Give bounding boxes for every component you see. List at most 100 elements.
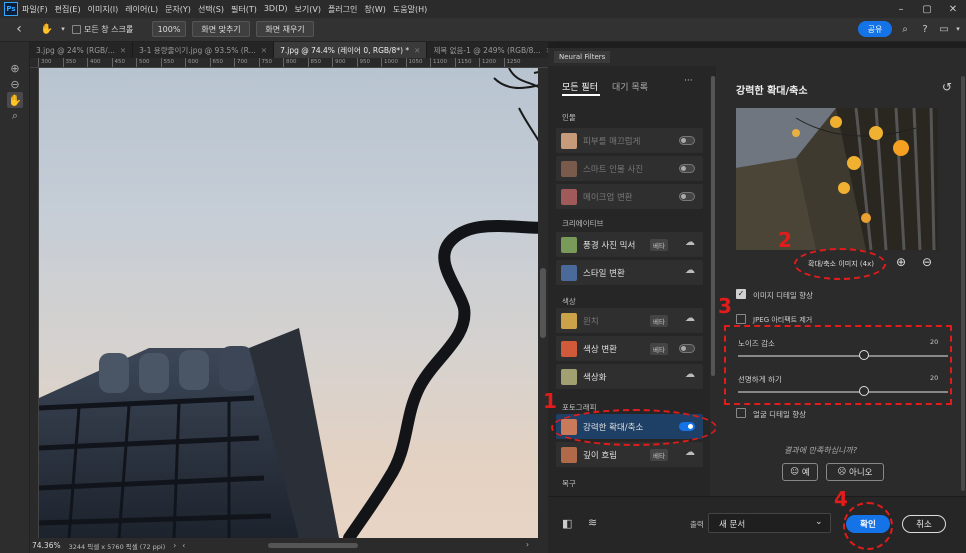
filter-item[interactable]: 메이크업 변환: [556, 184, 703, 209]
zoom-out-tool-icon[interactable]: ⊖: [7, 76, 23, 92]
feedback-yes-button[interactable]: ☺ 예: [782, 463, 818, 481]
tab-waitlist[interactable]: 대기 목록: [612, 80, 648, 93]
filter-toggle[interactable]: [679, 164, 695, 173]
filter-item[interactable]: 색상화 ☁: [556, 364, 703, 389]
reset-icon[interactable]: ↺: [942, 80, 952, 94]
tab-close-icon[interactable]: ✕: [414, 46, 420, 55]
zoom-in-icon[interactable]: ⊕: [896, 255, 906, 269]
status-arrow-icon[interactable]: ›: [173, 541, 176, 550]
menu-item[interactable]: 선택(S): [198, 4, 224, 15]
filter-item[interactable]: 색상 변환 베타: [556, 336, 703, 361]
zoom-in-tool-icon[interactable]: ⊕: [7, 60, 23, 76]
menu-item[interactable]: 필터(T): [231, 4, 257, 15]
document-tab[interactable]: 제목 없음-1 @ 249% (RGB/8...✕: [427, 42, 559, 58]
cancel-button[interactable]: 취소: [902, 515, 946, 533]
preview-image[interactable]: [736, 108, 938, 250]
filter-toggle[interactable]: [679, 136, 695, 145]
zoom-out-icon[interactable]: ⊖: [922, 255, 932, 269]
zoom-level[interactable]: 74.36%: [32, 541, 61, 550]
cloud-download-icon[interactable]: ☁: [685, 313, 695, 324]
beta-badge: 베타: [650, 239, 668, 251]
jpeg-artifact-checkbox[interactable]: [736, 314, 746, 324]
zoom-tool-icon[interactable]: ⌕: [7, 108, 23, 124]
filter-thumbnail: [561, 446, 577, 463]
close-icon[interactable]: ✕: [940, 0, 966, 18]
filter-thumbnail: [561, 160, 577, 177]
ruler-tick: 650: [209, 58, 223, 67]
help-icon[interactable]: ?: [918, 22, 932, 36]
menu-item[interactable]: 편집(E): [55, 4, 81, 15]
output-select[interactable]: 새 문서 ⌄: [708, 513, 831, 533]
panel-title: Neural Filters: [554, 51, 611, 63]
menu-item[interactable]: 3D(D): [264, 4, 288, 15]
face-detail-label: 얼굴 디테일 향상: [753, 410, 807, 419]
fill-screen-button[interactable]: 화면 채우기: [256, 21, 314, 37]
minimize-icon[interactable]: –: [888, 0, 914, 18]
filter-item[interactable]: 피부를 매끄럽게: [556, 128, 703, 153]
filter-item[interactable]: 스마트 인물 사진: [556, 156, 703, 181]
hand-tool-icon[interactable]: ✋: [7, 92, 23, 108]
document-tab[interactable]: 3-1 용량줄이기.jpg @ 93.5% (R... ✕: [133, 42, 275, 58]
vertical-scrollbar[interactable]: [538, 68, 548, 538]
filter-item[interactable]: 스타일 변환 ☁: [556, 260, 703, 285]
zoom-100-button[interactable]: 100%: [152, 21, 186, 37]
filter-section-title: 크리에이티브: [562, 219, 604, 228]
maximize-icon[interactable]: ▢: [914, 0, 940, 18]
tab-close-icon[interactable]: ✕: [120, 46, 126, 55]
document-tab[interactable]: 7.jpg @ 74.4% (레이어 0, RGB/8*) * ✕: [274, 42, 428, 58]
ruler-tick: 1250: [503, 58, 521, 67]
menu-item[interactable]: 레이어(L): [125, 4, 158, 15]
filter-section-title: 인물: [562, 113, 576, 122]
cloud-download-icon[interactable]: ☁: [685, 265, 695, 276]
ruler-tick: 800: [283, 58, 297, 67]
image-canvas[interactable]: [39, 68, 548, 538]
workspace-caret-icon[interactable]: ▾: [951, 22, 965, 36]
filter-label: 피부를 매끄럽게: [583, 136, 641, 147]
menu-item[interactable]: 창(W): [364, 4, 386, 15]
filter-item[interactable]: 윈치 베타 ☁: [556, 308, 703, 333]
menu-item[interactable]: 플러그인: [328, 4, 357, 15]
tab-all-filters[interactable]: 모든 필터: [562, 80, 598, 93]
menu-item[interactable]: 보기(V): [295, 4, 321, 15]
feedback-question: 결과에 만족하십니까?: [784, 446, 858, 455]
compare-icon[interactable]: ◧: [562, 517, 572, 530]
ruler-tick: 600: [185, 58, 199, 67]
cloud-download-icon[interactable]: ☁: [685, 447, 695, 458]
filter-item[interactable]: 풍경 사진 믹서 베타 ☁: [556, 232, 703, 257]
back-arrow-icon[interactable]: ‹: [12, 21, 26, 37]
search-icon[interactable]: ⌕: [898, 22, 912, 36]
more-options-icon[interactable]: ···: [684, 76, 693, 86]
menu-item[interactable]: 파일(F): [22, 4, 48, 15]
document-size: 3244 픽셀 x 5760 픽셀 (72 ppi): [68, 542, 166, 551]
beta-badge: 베타: [650, 343, 668, 355]
menu-item[interactable]: 문자(Y): [165, 4, 191, 15]
tab-underline: [562, 94, 600, 96]
layers-icon[interactable]: ≋: [588, 516, 597, 529]
horizontal-scrollbar[interactable]: [268, 543, 358, 548]
enhance-detail-checkbox[interactable]: ✓: [736, 289, 746, 299]
share-button[interactable]: 공유: [858, 21, 892, 37]
beta-badge: 베타: [650, 315, 668, 327]
hand-tool-icon[interactable]: ✋: [40, 22, 54, 36]
workspace-icon[interactable]: ▭: [937, 22, 951, 36]
scroll-left-icon[interactable]: ‹: [182, 541, 185, 550]
scroll-all-checkbox[interactable]: [72, 25, 81, 34]
menu-item[interactable]: 도움말(H): [393, 4, 427, 15]
cloud-download-icon[interactable]: ☁: [685, 237, 695, 248]
cloud-download-icon[interactable]: ☁: [685, 369, 695, 380]
settings-scrollbar[interactable]: [960, 76, 966, 496]
document-tab[interactable]: 3.jpg @ 24% (RGB/... ✕: [30, 42, 134, 58]
dropdown-caret-icon[interactable]: ▾: [56, 22, 70, 36]
face-detail-checkbox[interactable]: [736, 408, 746, 418]
filter-toggle[interactable]: [679, 192, 695, 201]
scroll-right-icon[interactable]: ›: [526, 540, 529, 549]
status-bar: 74.36% 3244 픽셀 x 5760 픽셀 (72 ppi) › ‹ ›: [30, 538, 548, 553]
tab-close-icon[interactable]: ✕: [261, 46, 267, 55]
annotation-4: 4: [834, 487, 848, 511]
filter-label: 스마트 인물 사진: [583, 164, 644, 175]
feedback-no-button[interactable]: ☹ 아니오: [826, 463, 884, 481]
ruler-tick: 750: [258, 58, 272, 67]
filter-toggle[interactable]: [679, 344, 695, 353]
menu-item[interactable]: 이미지(I): [88, 4, 119, 15]
fit-screen-button[interactable]: 화면 맞추기: [192, 21, 250, 37]
